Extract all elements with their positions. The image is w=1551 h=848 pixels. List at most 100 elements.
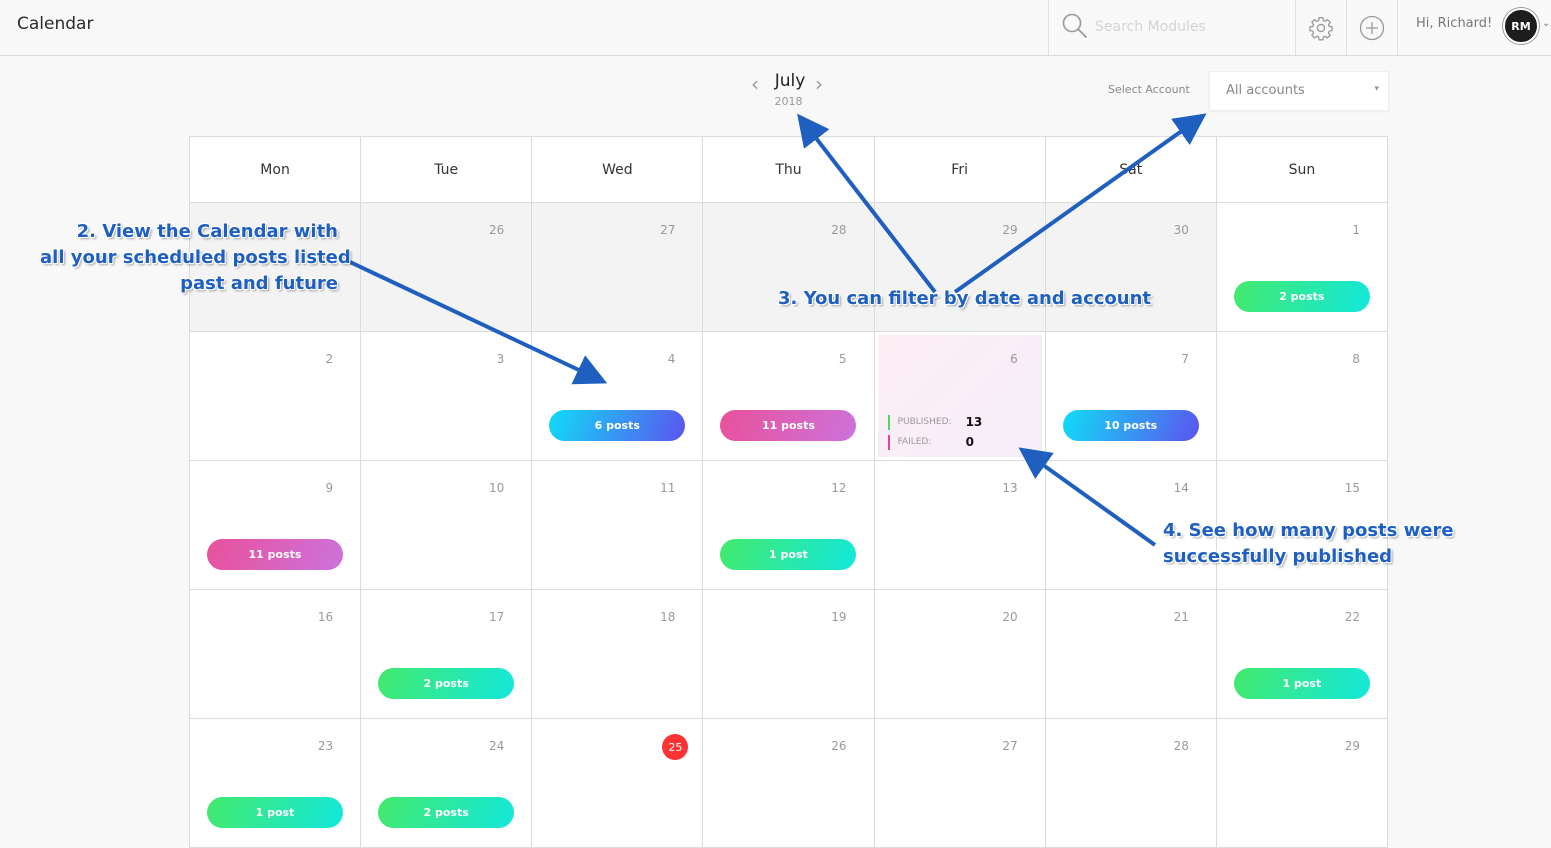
posts-pill[interactable]: 2 posts — [378, 797, 515, 828]
week-row: 2 3 4 6 posts 5 11 posts 6 PUBLISHED: 13 FAILED: 0… — [190, 332, 1388, 461]
posts-pill[interactable]: 1 post — [1233, 668, 1370, 699]
year-label: 2018 — [774, 95, 803, 108]
day-number: 13 — [1002, 481, 1018, 495]
annotation-line: all your scheduled posts listed — [40, 247, 351, 268]
day-number: 24 — [489, 739, 505, 753]
day-number: 17 — [489, 610, 505, 624]
select-account-label: Select Account — [1108, 83, 1190, 96]
weekday-header-row: Mon Tue Wed Thu Fri Sat Sun — [190, 137, 1388, 203]
day-cell[interactable]: 11 — [532, 461, 704, 590]
day-number: 28 — [1173, 739, 1189, 753]
posts-pill[interactable]: 2 posts — [378, 668, 515, 699]
day-cell[interactable]: 22 1 post — [1216, 590, 1388, 719]
day-number: 7 — [1181, 352, 1189, 366]
day-cell[interactable]: 7 10 posts — [1045, 332, 1217, 461]
day-cell[interactable]: 10 — [361, 461, 533, 590]
search-icon — [1062, 13, 1087, 38]
failed-label: FAILED: — [897, 437, 932, 447]
posts-pill[interactable]: 11 posts — [720, 410, 857, 441]
published-label: PUBLISHED: — [897, 417, 952, 427]
search-box[interactable] — [1048, 0, 1296, 55]
annotation-published: 4. See how many posts were successfully … — [1163, 518, 1454, 570]
day-number: 15 — [1344, 481, 1360, 495]
day-number: 9 — [325, 481, 334, 495]
day-cell[interactable]: 25 — [532, 719, 704, 848]
day-cell[interactable]: 30 — [1045, 203, 1217, 332]
day-cell[interactable]: 13 — [874, 461, 1046, 590]
day-number: 29 — [1002, 223, 1018, 237]
week-row: 26 27 28 29 30 1 2 posts — [190, 203, 1388, 332]
day-number: 6 — [1010, 352, 1018, 366]
gear-icon — [1309, 16, 1333, 40]
weekday-tue: Tue — [361, 137, 533, 203]
day-cell[interactable]: 21 — [1045, 590, 1217, 719]
day-number: 12 — [831, 481, 847, 495]
day-cell[interactable]: 27 — [532, 203, 704, 332]
day-cell[interactable]: 24 2 posts — [361, 719, 533, 848]
day-cell[interactable]: 19 — [703, 590, 875, 719]
day-cell[interactable]: 27 — [874, 719, 1046, 848]
day-cell[interactable]: 18 — [532, 590, 704, 719]
day-cell[interactable]: 5 11 posts — [703, 332, 875, 461]
day-cell[interactable]: 6 PUBLISHED: 13 FAILED: 0 — [874, 332, 1046, 461]
published-bar — [887, 414, 890, 430]
day-cell[interactable]: 29 — [1216, 719, 1388, 848]
posts-pill[interactable]: 1 post — [207, 797, 343, 828]
day-cell[interactable]: 23 1 post — [190, 719, 362, 848]
day-number: 20 — [1002, 610, 1018, 624]
settings-button[interactable] — [1296, 0, 1347, 55]
day-cell[interactable]: 2 — [190, 332, 362, 461]
next-month-button[interactable]: › — [815, 72, 823, 96]
chevron-down-icon[interactable]: ⌄ — [1542, 18, 1550, 29]
day-cell[interactable]: 28 — [1045, 719, 1217, 848]
avatar[interactable]: RM — [1503, 8, 1539, 44]
annotation-line: successfully published — [1163, 546, 1393, 567]
week-row: 23 1 post 24 2 posts 25 26 27 28 29 — [190, 719, 1388, 848]
annotation-filter: 3. You can filter by date and account — [778, 288, 1152, 309]
day-cell[interactable]: 9 11 posts — [190, 461, 362, 590]
day-cell[interactable]: 3 — [361, 332, 533, 461]
day-cell[interactable]: 26 — [703, 719, 875, 848]
day-cell[interactable]: 16 — [190, 590, 362, 719]
posts-pill[interactable]: 10 posts — [1062, 410, 1199, 441]
day-cell[interactable]: 29 — [874, 203, 1046, 332]
day-number: 30 — [1173, 223, 1189, 237]
page-title: Calendar — [17, 14, 94, 34]
day-number: 28 — [831, 223, 847, 237]
failed-bar — [887, 434, 890, 450]
day-number: 3 — [496, 352, 505, 366]
top-bar: Calendar Hi, Richard! RM ⌄ — [0, 0, 1551, 56]
search-input[interactable] — [1095, 15, 1285, 39]
posts-pill[interactable]: 2 posts — [1233, 281, 1370, 312]
day-cell[interactable]: 17 2 posts — [361, 590, 533, 719]
today-badge: 25 — [662, 734, 689, 760]
day-number: 1 — [1352, 223, 1360, 237]
day-number: 10 — [489, 481, 505, 495]
day-number: 26 — [489, 223, 505, 237]
month-navigator: ‹ July › 2018 — [745, 70, 835, 114]
annotation-line: past and future — [180, 273, 338, 294]
day-cell[interactable]: 28 — [703, 203, 875, 332]
day-cell[interactable]: 26 — [361, 203, 533, 332]
day-cell[interactable]: 4 6 posts — [532, 332, 704, 461]
week-row: 16 17 2 posts 18 19 20 21 22 1 post — [190, 590, 1388, 719]
day-number: 11 — [660, 481, 676, 495]
annotation-line: 4. See how many posts were — [1163, 520, 1454, 541]
day-cell[interactable]: 12 1 post — [703, 461, 875, 590]
day-number: 22 — [1344, 610, 1360, 624]
day-cell[interactable]: 1 2 posts — [1216, 203, 1388, 332]
failed-value: 0 — [965, 435, 974, 449]
account-select-value: All accounts — [1226, 83, 1305, 98]
posts-pill[interactable]: 1 post — [720, 539, 857, 570]
day-cell[interactable]: 8 — [1216, 332, 1388, 461]
day-cell[interactable]: 20 — [874, 590, 1046, 719]
day-number: 27 — [660, 223, 676, 237]
posts-pill[interactable]: 6 posts — [549, 410, 686, 441]
account-select[interactable]: All accounts ▾ — [1209, 71, 1389, 111]
posts-pill[interactable]: 11 posts — [207, 539, 343, 570]
day-number: 19 — [831, 610, 847, 624]
day-number: 29 — [1344, 739, 1360, 753]
published-value: 13 — [965, 415, 983, 429]
add-button[interactable] — [1347, 0, 1398, 55]
day-number: 16 — [317, 610, 334, 624]
